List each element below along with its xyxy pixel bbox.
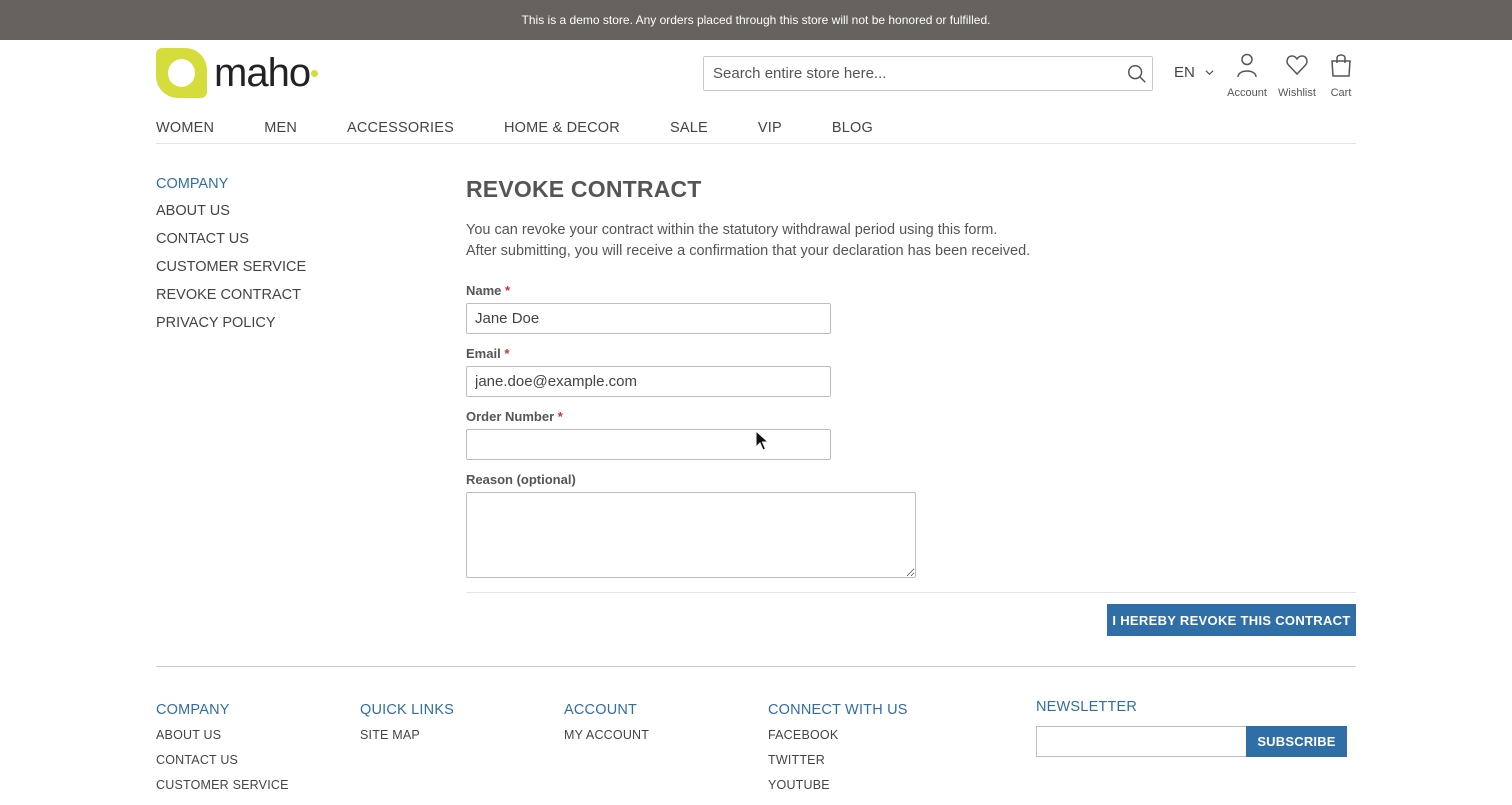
reason-group: Reason (optional) <box>466 472 916 583</box>
wishlist-link[interactable]: Wishlist <box>1274 52 1320 99</box>
footer-link-my-account[interactable]: MY ACCOUNT <box>564 727 649 743</box>
site-header: maho EN Account Wishlist Cart WOMEN MEN … <box>0 40 1512 144</box>
logo-mark-icon <box>156 48 207 98</box>
required-mark: * <box>504 346 510 361</box>
footer-link-customer-service[interactable]: CUSTOMER SERVICE <box>156 777 289 793</box>
name-group: Name * <box>466 283 831 334</box>
logo[interactable]: maho <box>156 48 319 98</box>
footer-company-title: COMPANY <box>156 702 230 718</box>
shopping-bag-icon <box>1331 54 1351 77</box>
name-label: Name * <box>466 283 831 298</box>
nav-item-accessories[interactable]: ACCESSORIES <box>347 120 454 136</box>
revoke-contract-button[interactable]: I HEREBY REVOKE THIS CONTRACT <box>1107 604 1356 636</box>
newsletter-email-input[interactable] <box>1036 726 1248 757</box>
intro-line-1: You can revoke your contract within the … <box>466 222 998 238</box>
chevron-down-icon <box>1205 70 1214 76</box>
nav-item-sale[interactable]: SALE <box>670 120 708 136</box>
demo-store-notice: This is a demo store. Any orders placed … <box>0 0 1512 40</box>
sidebar-item-about-us[interactable]: ABOUT US <box>156 203 306 220</box>
reason-textarea[interactable] <box>466 492 916 578</box>
heart-icon <box>1286 55 1308 76</box>
footer-link-contact-us[interactable]: CONTACT US <box>156 752 289 768</box>
footer-quick-links-title: QUICK LINKS <box>360 702 455 718</box>
order-number-label: Order Number * <box>466 409 831 424</box>
sidebar-item-privacy-policy[interactable]: PRIVACY POLICY <box>156 315 306 332</box>
footer-divider <box>156 666 1356 667</box>
name-label-text: Name <box>466 283 502 298</box>
order-number-group: Order Number * <box>466 409 831 460</box>
language-label: EN <box>1174 64 1195 81</box>
form-divider <box>466 592 1356 593</box>
nav-divider <box>156 143 1356 144</box>
required-mark: * <box>505 283 511 298</box>
footer-link-facebook[interactable]: FACEBOOK <box>768 727 908 743</box>
footer-connect-title: CONNECT WITH US <box>768 702 908 718</box>
sidebar-item-customer-service[interactable]: CUSTOMER SERVICE <box>156 259 306 276</box>
reason-label: Reason (optional) <box>466 472 576 487</box>
footer-link-youtube[interactable]: YOUTUBE <box>768 777 908 793</box>
wishlist-label: Wishlist <box>1278 87 1316 99</box>
footer-account-title: ACCOUNT <box>564 702 638 718</box>
sidebar: COMPANY ABOUT US CONTACT US CUSTOMER SER… <box>156 176 306 343</box>
nav-item-vip[interactable]: VIP <box>758 120 782 136</box>
email-label: Email * <box>466 346 831 361</box>
footer-quick-links: QUICK LINKS SITE MAP <box>360 702 454 752</box>
account-label: Account <box>1227 87 1267 99</box>
search-box <box>703 56 1153 91</box>
order-number-field[interactable] <box>466 429 831 460</box>
order-number-label-text: Order Number <box>466 409 555 424</box>
footer-newsletter-title: NEWSLETTER <box>1036 699 1138 715</box>
required-mark: * <box>557 409 563 424</box>
main-nav: WOMEN MEN ACCESSORIES HOME & DECOR SALE … <box>156 120 923 136</box>
nav-item-blog[interactable]: BLOG <box>832 120 873 136</box>
sidebar-item-revoke-contract[interactable]: REVOKE CONTRACT <box>156 287 306 304</box>
main-content: REVOKE CONTRACT You can revoke your cont… <box>466 176 1356 578</box>
email-group: Email * <box>466 346 831 397</box>
logo-text: maho <box>214 51 311 95</box>
footer-link-about-us[interactable]: ABOUT US <box>156 727 289 743</box>
user-icon <box>1237 53 1257 78</box>
search-icon[interactable] <box>1126 63 1148 85</box>
sidebar-title[interactable]: COMPANY <box>156 176 306 192</box>
footer-newsletter: NEWSLETTER <box>1036 699 1137 724</box>
intro-line-2: After submitting, you will receive a con… <box>466 243 1031 259</box>
footer-account: ACCOUNT MY ACCOUNT <box>564 702 649 752</box>
cart-label: Cart <box>1330 87 1352 99</box>
page-title: REVOKE CONTRACT <box>466 176 702 202</box>
intro-text: You can revoke your contract within the … <box>466 220 1356 262</box>
cart-link[interactable]: Cart <box>1324 52 1358 99</box>
mouse-cursor-icon <box>755 430 769 451</box>
subscribe-button[interactable]: SUBSCRIBE <box>1246 726 1347 757</box>
name-field[interactable] <box>466 303 831 334</box>
email-field[interactable] <box>466 366 831 397</box>
footer-connect: CONNECT WITH US FACEBOOK TWITTER YOUTUBE <box>768 702 908 802</box>
footer-link-twitter[interactable]: TWITTER <box>768 752 908 768</box>
account-link[interactable]: Account <box>1224 52 1270 99</box>
nav-item-men[interactable]: MEN <box>264 120 297 136</box>
sidebar-item-contact-us[interactable]: CONTACT US <box>156 231 306 248</box>
logo-dot-icon <box>311 69 319 77</box>
nav-item-women[interactable]: WOMEN <box>156 120 214 136</box>
footer-company: COMPANY ABOUT US CONTACT US CUSTOMER SER… <box>156 702 289 802</box>
nav-item-home-decor[interactable]: HOME & DECOR <box>504 120 620 136</box>
footer-link-site-map[interactable]: SITE MAP <box>360 727 454 743</box>
search-input[interactable] <box>704 57 1104 90</box>
email-label-text: Email <box>466 346 501 361</box>
language-switcher[interactable]: EN <box>1174 64 1214 81</box>
